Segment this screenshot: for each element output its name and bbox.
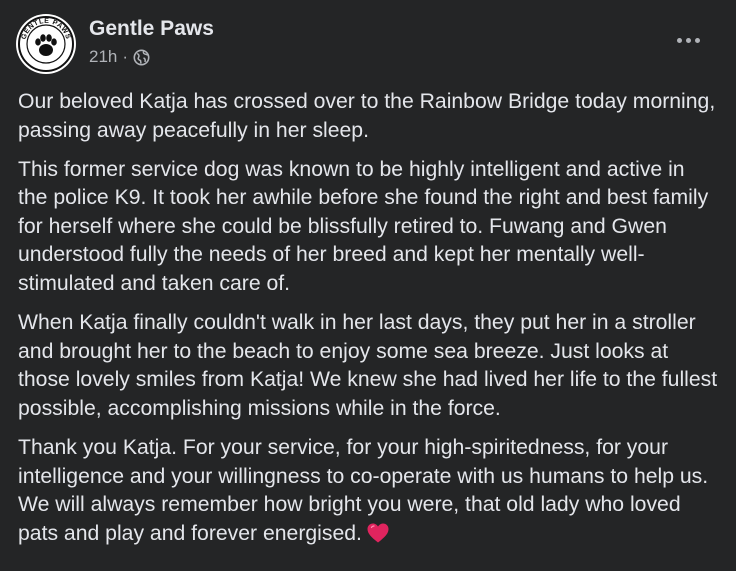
post-paragraph-text: Thank you Katja. For your service, for y… (18, 436, 709, 545)
paw-logo-icon: GENTLE PAWS (17, 15, 75, 73)
post-paragraph: This former service dog was known to be … (18, 157, 709, 296)
page-avatar[interactable]: GENTLE PAWS (16, 14, 76, 74)
post-header: GENTLE PAWS Gentle Paws 21h · (16, 14, 214, 76)
more-dot-icon (676, 37, 682, 43)
post-paragraph-last: Thank you Katja. For your service, for y… (18, 434, 718, 548)
post-card: GENTLE PAWS Gentle Paws 21h · Our belove… (0, 0, 736, 571)
separator-dot: · (122, 47, 129, 66)
page-name-link[interactable]: Gentle Paws (89, 15, 214, 43)
post-body: Our beloved Katja has crossed over to th… (18, 88, 718, 559)
more-dot-icon (685, 37, 691, 43)
more-options-button[interactable] (668, 28, 708, 52)
post-paragraph: When Katja finally couldn't walk in her … (18, 311, 718, 420)
globe-icon[interactable] (133, 49, 150, 66)
post-meta: Gentle Paws 21h · (89, 15, 214, 67)
post-paragraph: Our beloved Katja has crossed over to th… (18, 90, 716, 142)
more-dot-icon (694, 37, 700, 43)
post-subline: 21h · (89, 47, 214, 67)
red-heart-icon (366, 522, 390, 544)
post-timestamp[interactable]: 21h (89, 47, 117, 67)
